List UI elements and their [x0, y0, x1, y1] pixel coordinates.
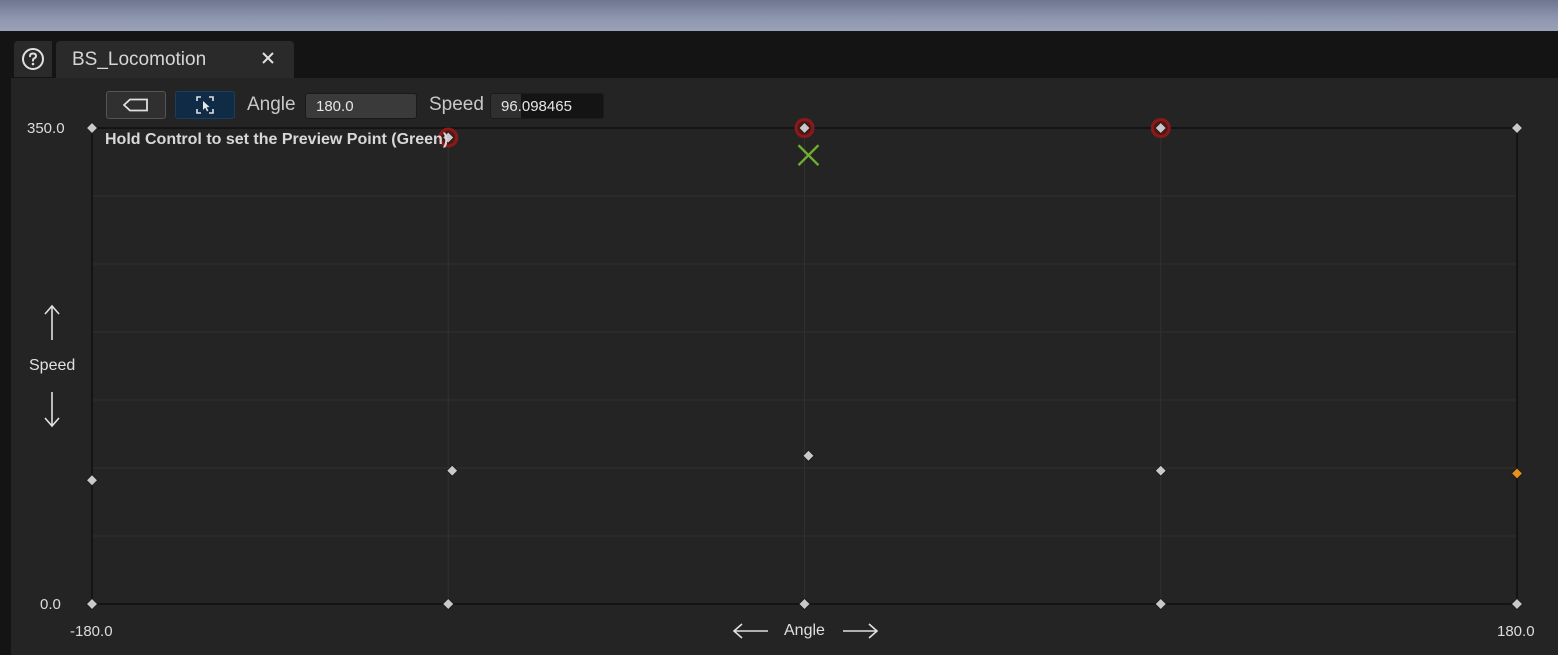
selected-sample-point[interactable]	[1510, 467, 1524, 480]
grid-lines	[92, 128, 1517, 604]
sample-point[interactable]	[1154, 597, 1167, 611]
speed-axis-arrows	[44, 304, 60, 428]
arrow-left-icon	[732, 623, 768, 639]
arrow-down-icon	[44, 392, 60, 428]
sample-diamond	[85, 474, 99, 487]
arrow-right-icon	[843, 623, 879, 639]
sample-point[interactable]	[442, 597, 455, 611]
sample-diamond	[85, 597, 99, 611]
preview-hint-text: Hold Control to set the Preview Point (G…	[105, 131, 449, 148]
sample-point[interactable]	[1510, 121, 1524, 135]
sample-point[interactable]	[85, 597, 99, 611]
sample-point[interactable]	[85, 474, 99, 487]
invalid-sample-point[interactable]	[794, 118, 815, 138]
preview-point-marker	[797, 144, 820, 167]
sample-diamond	[85, 121, 99, 135]
sample-point[interactable]	[1510, 597, 1524, 611]
sample-diamond	[1154, 464, 1167, 477]
sample-diamond	[442, 597, 455, 611]
blend-space-grid[interactable]	[0, 0, 1558, 655]
sample-diamond	[1510, 597, 1524, 611]
angle-axis-arrows	[732, 623, 879, 639]
arrow-up-icon	[44, 304, 60, 340]
sample-diamond	[1510, 121, 1524, 135]
invalid-sample-point[interactable]	[1150, 118, 1171, 138]
sample-diamond	[1510, 467, 1524, 480]
sample-point[interactable]	[798, 597, 811, 611]
sample-diamond	[798, 597, 811, 611]
sample-point[interactable]	[1154, 464, 1167, 477]
sample-diamond	[1154, 597, 1167, 611]
sample-point[interactable]	[85, 121, 99, 135]
